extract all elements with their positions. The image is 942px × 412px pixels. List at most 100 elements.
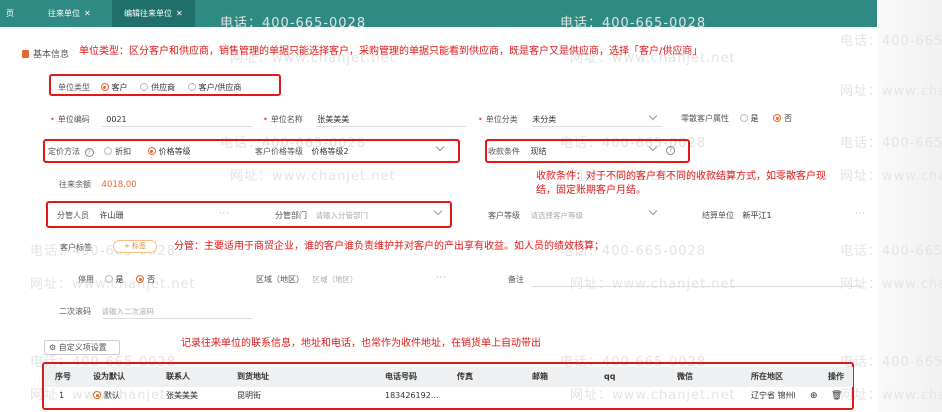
- cell-index: 1: [59, 391, 65, 400]
- unit-code-input[interactable]: 0021: [106, 115, 126, 124]
- secondary-code-field: 二次滚码 请输入二次滚码: [59, 306, 154, 317]
- table-row[interactable]: 1 默认 张美美美 昆明街 183426192... 辽宁省 锦州l ⊕ 🗑: [45, 388, 853, 406]
- column-header: 设为默认: [93, 372, 125, 381]
- annotation-unit-type: 单位类型：区分客户和供应商，销售管理的单据只能选择客户，采购管理的单据只能看到供…: [79, 46, 703, 57]
- unit-type-radio-customer[interactable]: 客户: [100, 83, 128, 92]
- chevron-down-icon[interactable]: [648, 111, 658, 121]
- remark-field: 备注: [508, 274, 524, 285]
- column-header: 联系人: [166, 372, 190, 381]
- column-header: qq: [604, 372, 616, 381]
- field-label: 备注: [508, 275, 524, 284]
- remark-input[interactable]: [532, 286, 862, 287]
- input-underline: [102, 126, 252, 127]
- cell-region[interactable]: 辽宁省 锦州l: [751, 388, 796, 404]
- watermark-site: 网址：www.chanjet.net: [230, 169, 396, 184]
- settlement-unit-input[interactable]: 新平江1: [743, 211, 772, 220]
- field-label: 区域（地区）: [256, 275, 304, 284]
- secondary-code-input[interactable]: 请输入二次滚码: [102, 307, 155, 316]
- pricing-radio-level[interactable]: 价格等级: [147, 147, 191, 156]
- add-row-icon[interactable]: ⊕: [810, 388, 818, 404]
- field-label: 零散客户属性: [681, 114, 729, 123]
- column-header: 操作: [828, 372, 844, 381]
- region-field: 区域（地区） 区域（地区）: [256, 274, 358, 285]
- annotation-payment-line2: 结，固定账期客户月结。: [536, 185, 646, 196]
- watermark-site: 网址：www.chanjet.net: [570, 277, 736, 292]
- pricing-field: 定价方法 ? 折扣 价格等级: [48, 146, 191, 157]
- side-strip: [877, 0, 942, 412]
- close-icon[interactable]: ✕: [84, 9, 91, 18]
- unit-category-select[interactable]: 未分类: [532, 115, 556, 124]
- unit-category-field: • 单位分类 未分类: [478, 115, 557, 124]
- field-label: 单位名称: [270, 115, 303, 124]
- field-label: 单位类型: [58, 83, 90, 92]
- field-label: 分管人员: [57, 211, 89, 220]
- unit-code-field: • 单位编码 0021: [50, 115, 127, 124]
- payment-terms-select[interactable]: 现结: [531, 147, 547, 156]
- annotation-payment-line1: 收款条件：对于不同的客户有不同的收款结算方式，如零散客户现: [536, 171, 826, 182]
- more-icon[interactable]: ···: [855, 209, 866, 218]
- column-header: 电话号码: [385, 372, 417, 381]
- column-header: 传真: [457, 372, 473, 381]
- field-label: 分管部门: [275, 211, 307, 220]
- balance-value: 4018.00: [101, 180, 137, 190]
- help-icon[interactable]: ?: [84, 148, 94, 157]
- tab-partner-list[interactable]: 往来单位 ✕: [48, 0, 91, 27]
- more-icon[interactable]: ···: [219, 209, 230, 218]
- more-icon[interactable]: ···: [436, 273, 447, 282]
- manager-dept-field: 分管部门 请输入分管部门: [275, 210, 368, 221]
- unit-name-input[interactable]: 张美美美: [317, 115, 349, 124]
- disabled-radio-no[interactable]: 否: [136, 275, 155, 284]
- disabled-radio-yes[interactable]: 是: [104, 275, 124, 284]
- retail-radio-yes[interactable]: 是: [739, 114, 759, 123]
- add-tag-button[interactable]: + 标签: [113, 240, 157, 253]
- unit-type-radio-both[interactable]: 客户/供应商: [187, 83, 241, 92]
- annotation-contacts: 记录往来单位的联系信息，地址和电话，也常作为收件地址，在销货单上自动带出: [181, 338, 541, 349]
- customer-level-select[interactable]: 请选择客户等级: [531, 211, 584, 220]
- tab-home[interactable]: 页: [6, 0, 14, 27]
- manager-person-input[interactable]: 许山珊: [100, 211, 124, 220]
- field-label: 往来余额: [59, 180, 91, 189]
- payment-terms-field: 收款条件 现结: [488, 146, 547, 157]
- manager-dept-input[interactable]: 请输入分管部门: [316, 211, 369, 220]
- chevron-down-icon[interactable]: [648, 206, 658, 216]
- section-header: 基本信息: [22, 47, 69, 60]
- price-level-select[interactable]: 价格等级2: [312, 147, 349, 156]
- custom-settings-button[interactable]: ⚙ 自定义项设置: [44, 340, 120, 355]
- pricing-radio-discount[interactable]: 折扣: [104, 147, 131, 156]
- field-label: 停用: [78, 275, 94, 284]
- region-input[interactable]: 区域（地区）: [313, 275, 358, 284]
- cell-phone[interactable]: 183426192...: [385, 388, 438, 404]
- input-underline: [532, 126, 662, 127]
- balance-field: 往来余额 4018.00: [59, 179, 137, 190]
- disabled-field: 停用 是 否: [78, 274, 155, 285]
- price-level-field: 客户价格等级 价格等级2: [255, 146, 349, 157]
- contacts-table-header: 序号 设为默认 联系人 到货地址 电话号码 传真 邮箱 qq 微信 所在地区 操…: [45, 367, 853, 387]
- tab-edit-partner[interactable]: 编辑往来单位 ✕: [112, 0, 195, 27]
- delete-icon[interactable]: 🗑: [831, 388, 842, 404]
- button-label: 自定义项设置: [58, 343, 107, 352]
- unit-type-field: 单位类型 客户 供应商 客户/供应商: [58, 82, 241, 93]
- tab-label: 页: [6, 9, 14, 18]
- field-label: 单位分类: [485, 115, 518, 124]
- gear-icon: ⚙: [49, 343, 57, 352]
- manager-person-field: 分管人员 许山珊: [57, 210, 124, 221]
- column-header: 邮箱: [532, 372, 548, 381]
- cell-default[interactable]: 默认: [93, 388, 120, 404]
- tab-label: 编辑往来单位: [124, 9, 172, 18]
- tab-label: 往来单位: [48, 9, 80, 18]
- close-icon[interactable]: ✕: [176, 9, 183, 18]
- cell-contact[interactable]: 张美美美: [166, 388, 198, 404]
- column-header: 所在地区: [751, 372, 783, 381]
- settlement-unit-field: 结算单位 新平江1: [702, 210, 772, 221]
- unit-type-radio-supplier[interactable]: 供应商: [140, 83, 175, 92]
- field-label: 客户价格等级: [255, 147, 303, 156]
- field-label: 客户标签: [60, 243, 92, 252]
- field-label: 定价方法: [48, 147, 80, 156]
- column-header: 序号: [55, 372, 71, 381]
- section-title: 基本信息: [33, 50, 70, 60]
- field-label: 二次滚码: [59, 307, 91, 316]
- cell-address[interactable]: 昆明街: [237, 388, 261, 404]
- help-icon[interactable]: ?: [666, 146, 675, 155]
- retail-radio-no[interactable]: 否: [773, 114, 792, 123]
- input-underline: [316, 126, 466, 127]
